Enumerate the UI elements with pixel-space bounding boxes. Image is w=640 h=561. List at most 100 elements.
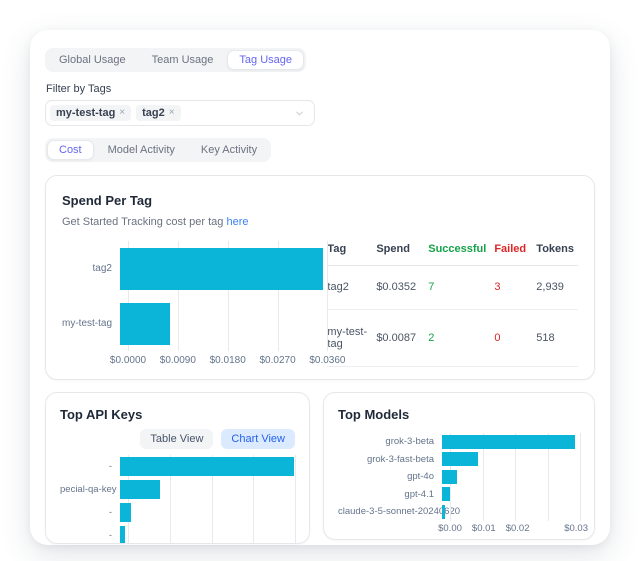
x-tick-label: $0.02 bbox=[506, 523, 530, 534]
x-tick-label: $0.01 bbox=[472, 523, 496, 534]
bar-track bbox=[442, 505, 580, 519]
bar-track bbox=[442, 435, 580, 449]
column-header-tag: Tag bbox=[327, 241, 376, 266]
category-label: - bbox=[60, 461, 120, 472]
view-toggle-buttons: Table View Chart View bbox=[60, 429, 295, 449]
subtitle-text: Get Started Tracking cost per tag bbox=[62, 216, 226, 228]
category-label: gpt-4.1 bbox=[338, 489, 442, 500]
spend-content: tag2 my-test-tag $0.0000 $0.0090 $0.0180 $0.0… bbox=[62, 241, 578, 367]
tag-chip: tag2 × bbox=[136, 105, 180, 121]
tab-cost[interactable]: Cost bbox=[47, 140, 94, 160]
tab-key-activity[interactable]: Key Activity bbox=[189, 140, 269, 160]
category-label: grok-3-beta bbox=[338, 436, 442, 447]
bar-row: my-test-tag bbox=[62, 296, 327, 351]
category-label: my-test-tag bbox=[62, 318, 120, 329]
category-label: - bbox=[60, 530, 120, 541]
bar-track bbox=[120, 303, 327, 345]
view-mode-tabs: CostModel ActivityKey Activity bbox=[45, 138, 271, 162]
tag-spend-table: TagSpendSuccessfulFailedTokenstag2$0.035… bbox=[327, 241, 578, 367]
tab-team-usage[interactable]: Team Usage bbox=[140, 50, 226, 70]
x-tick-label: $0.03 bbox=[564, 523, 588, 534]
table-cell: 2,939 bbox=[536, 266, 578, 310]
column-header-failed: Failed bbox=[494, 241, 536, 266]
bar-row: tag2 bbox=[62, 241, 327, 296]
spend-per-tag-subtitle: Get Started Tracking cost per tag here bbox=[62, 216, 578, 228]
bar bbox=[120, 503, 131, 522]
x-tick-label: $0.0090 bbox=[160, 355, 196, 366]
bar-track bbox=[120, 457, 295, 476]
top-models-chart: grok-3-beta grok-3-fast-beta gpt-4o gpt-4.1… bbox=[338, 433, 580, 535]
remove-tag-icon[interactable]: × bbox=[169, 108, 175, 118]
tab-model-activity[interactable]: Model Activity bbox=[96, 140, 187, 160]
table-cell: 0 bbox=[494, 309, 536, 366]
chevron-down-icon bbox=[294, 108, 305, 119]
table-cell: 2 bbox=[428, 309, 494, 366]
tab-tag-usage[interactable]: Tag Usage bbox=[227, 50, 304, 70]
bar-track bbox=[442, 452, 580, 466]
tab-global-usage[interactable]: Global Usage bbox=[47, 50, 138, 70]
bar-track bbox=[120, 503, 295, 522]
x-tick-label: $0.0360 bbox=[309, 355, 345, 366]
x-tick-label: $0.0000 bbox=[110, 355, 146, 366]
filter-by-tags-label: Filter by Tags bbox=[46, 83, 595, 95]
usage-dashboard-panel: Global UsageTeam UsageTag Usage Filter b… bbox=[30, 30, 610, 545]
table-cell: tag2 bbox=[327, 266, 376, 310]
bar bbox=[120, 480, 160, 499]
category-label: gpt-4o bbox=[338, 471, 442, 482]
remove-tag-icon[interactable]: × bbox=[119, 108, 125, 118]
x-tick-label: $0.0270 bbox=[259, 355, 295, 366]
top-api-keys-chart: -pecial-qa-key--- bbox=[60, 455, 295, 544]
bar-row: claude-3-5-sonnet-20240620 bbox=[338, 503, 580, 521]
tag-chip-label: my-test-tag bbox=[56, 107, 115, 119]
bar bbox=[120, 526, 125, 544]
bar-row: pecial-qa-key bbox=[60, 478, 295, 501]
bar-track bbox=[120, 248, 327, 290]
top-models-title: Top Models bbox=[338, 405, 580, 425]
gridline bbox=[327, 241, 328, 351]
table-cell: 7 bbox=[428, 266, 494, 310]
here-link[interactable]: here bbox=[226, 216, 248, 228]
category-label: - bbox=[60, 507, 120, 518]
bar bbox=[442, 487, 450, 501]
table-header-row: TagSpendSuccessfulFailedTokens bbox=[327, 241, 578, 266]
table-cell: $0.0352 bbox=[376, 266, 428, 310]
top-api-keys-card: Top API Keys Table ViewChart View -pecia… bbox=[45, 392, 310, 544]
bar-row: - bbox=[60, 524, 295, 544]
button-chart-view[interactable]: Chart View bbox=[221, 429, 295, 449]
category-label: pecial-qa-key bbox=[60, 484, 120, 495]
tag-chip-label: tag2 bbox=[142, 107, 165, 119]
category-label: tag2 bbox=[62, 263, 120, 274]
bar-row: - bbox=[60, 455, 295, 478]
bar-row: grok-3-fast-beta bbox=[338, 451, 580, 469]
bar bbox=[120, 303, 170, 345]
bar-row: gpt-4.1 bbox=[338, 486, 580, 504]
bar-row: gpt-4o bbox=[338, 468, 580, 486]
bar bbox=[120, 457, 294, 476]
table-cell: 3 bbox=[494, 266, 536, 310]
bar-track bbox=[442, 470, 580, 484]
bar bbox=[442, 470, 457, 484]
x-axis: $0.0000$0.0090$0.0180$0.0270$0.0360 bbox=[128, 351, 327, 367]
bar bbox=[442, 452, 478, 466]
tag-filter-select[interactable]: my-test-tag × tag2 × bbox=[45, 100, 315, 126]
x-axis: $0.00$0.01$0.02$0.03 bbox=[450, 521, 580, 535]
gridline bbox=[295, 455, 296, 544]
bar-track bbox=[120, 480, 295, 499]
x-tick-label: $0.00 bbox=[438, 523, 462, 534]
column-header-spend: Spend bbox=[376, 241, 428, 266]
spend-per-tag-chart: tag2 my-test-tag $0.0000 $0.0090 $0.0180 $0.0… bbox=[62, 241, 327, 367]
table-row: tag2$0.0352732,939 bbox=[327, 266, 578, 310]
bar-row: grok-3-beta bbox=[338, 433, 580, 451]
x-tick-label: $0.0180 bbox=[210, 355, 246, 366]
bar bbox=[442, 435, 575, 449]
button-table-view[interactable]: Table View bbox=[140, 429, 213, 449]
selected-tag-chips: my-test-tag × tag2 × bbox=[50, 105, 181, 121]
category-label: claude-3-5-sonnet-20240620 bbox=[338, 506, 442, 517]
category-label: grok-3-fast-beta bbox=[338, 454, 442, 465]
bar bbox=[120, 248, 323, 290]
bar-track bbox=[442, 487, 580, 501]
bar-row: - bbox=[60, 501, 295, 524]
spend-per-tag-title: Spend Per Tag bbox=[62, 191, 578, 211]
bar-track bbox=[120, 526, 295, 544]
tag-chip: my-test-tag × bbox=[50, 105, 131, 121]
